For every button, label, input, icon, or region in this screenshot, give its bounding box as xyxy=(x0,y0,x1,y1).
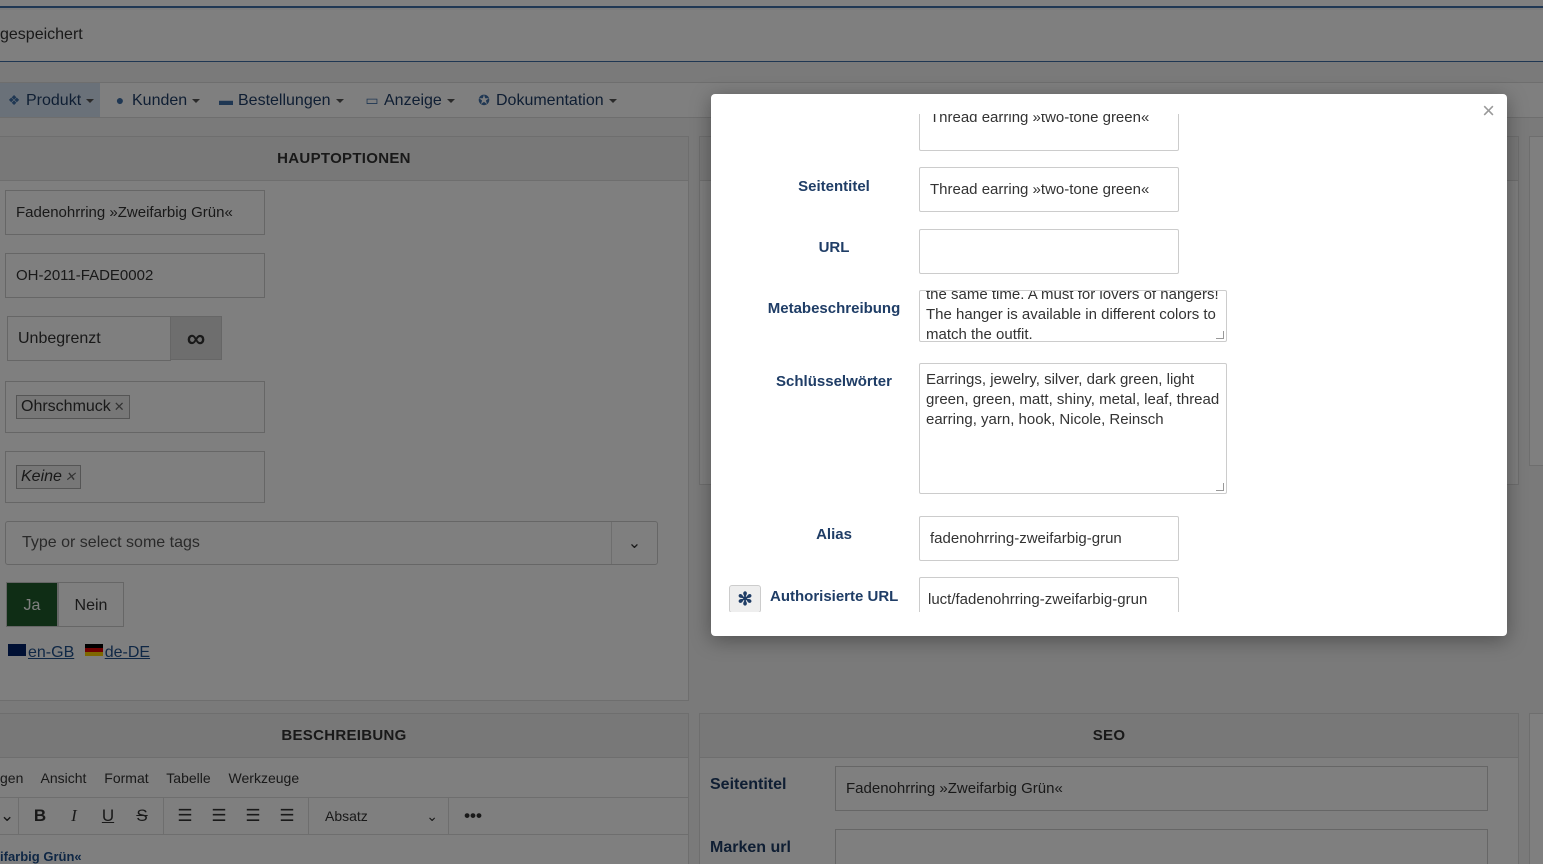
modal-meta-label: Metabeschreibung xyxy=(767,300,901,317)
modal-page-title-input[interactable]: Thread earring »two-tone green« xyxy=(919,167,1179,212)
resize-handle[interactable] xyxy=(1216,483,1224,491)
modal-keywords-label: Schlüsselwörter xyxy=(776,373,892,390)
modal-page-title-label: Seitentitel xyxy=(798,178,870,195)
modal-body: Thread earring »two-tone green« Seitenti… xyxy=(711,114,1507,612)
modal-meta-textarea[interactable]: the same time. A must for lovers of hang… xyxy=(919,290,1227,342)
modal-auth-url-input[interactable]: luct/fadenohrring-zweifarbig-grun xyxy=(919,577,1179,612)
translation-modal: × Thread earring »two-tone green« Seiten… xyxy=(711,94,1507,636)
modal-alias-label: Alias xyxy=(816,526,852,543)
modal-alias-input[interactable]: fadenohrring-zweifarbig-grun xyxy=(919,516,1179,561)
modal-keywords-textarea[interactable]: Earrings, jewelry, silver, dark green, l… xyxy=(919,363,1227,494)
modal-auth-url-label: Authorisierte URL xyxy=(770,588,899,605)
joomla-icon: ✻ xyxy=(729,585,761,612)
resize-handle[interactable] xyxy=(1216,331,1224,339)
modal-url-label: URL xyxy=(818,239,850,256)
previous-field-input[interactable]: Thread earring »two-tone green« xyxy=(919,114,1179,151)
modal-url-input[interactable] xyxy=(919,229,1179,274)
